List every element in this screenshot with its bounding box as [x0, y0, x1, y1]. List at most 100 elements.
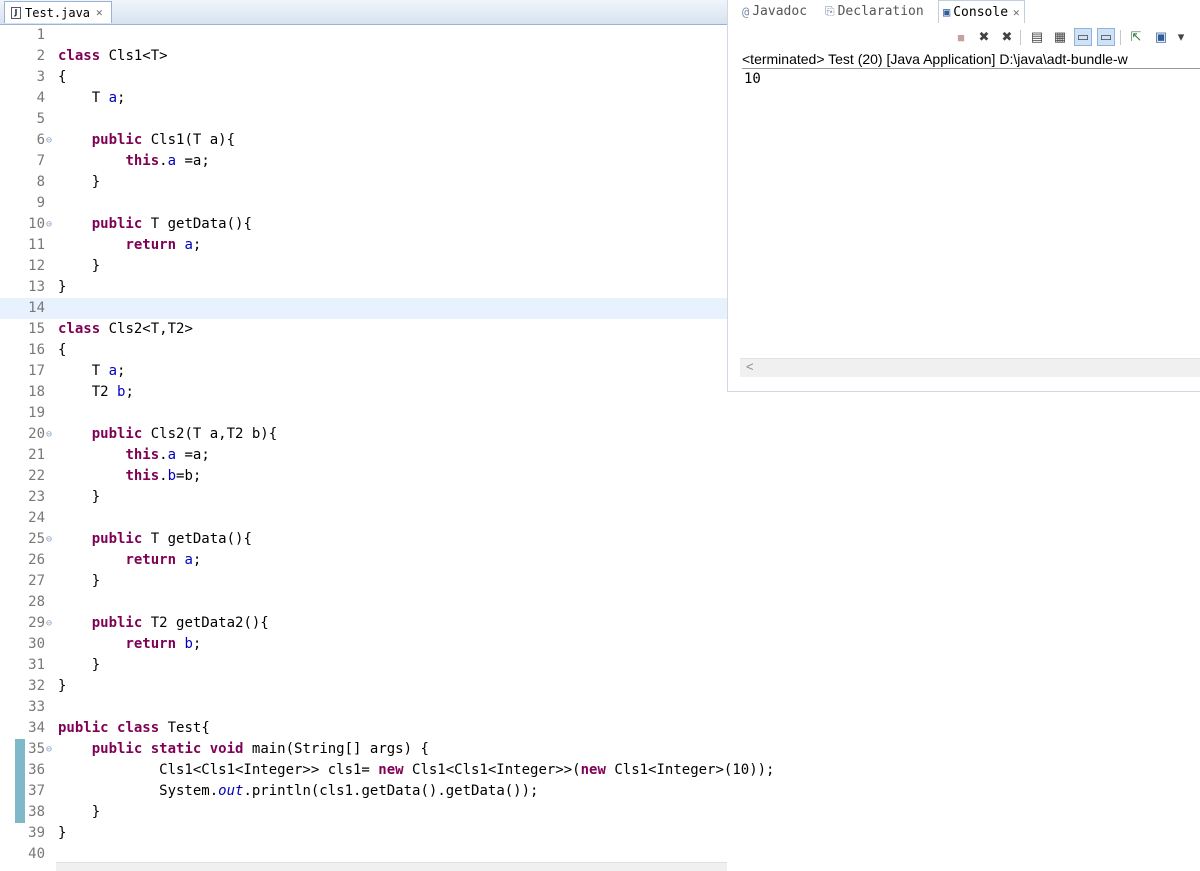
line-number: 27 [28, 573, 45, 589]
code-line[interactable]: 5 [0, 109, 727, 130]
line-number: 1 [36, 27, 45, 43]
line-number: 11 [28, 237, 45, 253]
code-line[interactable]: 30 return b; [0, 634, 727, 655]
code-line[interactable]: 28 [0, 592, 727, 613]
line-number: 21 [28, 447, 45, 463]
show-on-stderr-icon[interactable]: ▭ [1097, 28, 1115, 46]
line-number: 22 [28, 468, 45, 484]
line-number: 15 [28, 321, 45, 337]
pin-console-icon[interactable]: ⇱ [1127, 28, 1145, 46]
code-line[interactable]: 18 T2 b; [0, 382, 727, 403]
code-text: Cls1<Cls1<Integer>> cls1= new Cls1<Cls1<… [58, 762, 775, 778]
line-number: 34 [28, 720, 45, 736]
code-text: } [58, 657, 101, 673]
code-line[interactable]: 3{ [0, 67, 727, 88]
line-number: 16 [28, 342, 45, 358]
code-line[interactable]: 20 ⊖ public Cls2(T a,T2 b){ [0, 424, 727, 445]
editor-horizontal-scrollbar[interactable] [56, 862, 727, 871]
code-line[interactable]: 35 ⊖ public static void main(String[] arg… [0, 739, 727, 760]
code-text: } [58, 825, 67, 841]
code-line[interactable]: 23 } [0, 487, 727, 508]
close-icon[interactable]: ✕ [1013, 6, 1020, 19]
code-line[interactable]: 14 [0, 298, 727, 319]
code-line[interactable]: 39} [0, 823, 727, 844]
line-number: 28 [28, 594, 45, 610]
code-line[interactable]: 7 this.a =a; [0, 151, 727, 172]
editor-tab-test-java[interactable]: J Test.java ✕ [4, 1, 112, 23]
code-line[interactable]: 25 ⊖ public T getData(){ [0, 529, 727, 550]
display-console-icon[interactable]: ▣ [1152, 28, 1170, 46]
console-horizontal-scrollbar[interactable]: < [740, 358, 1200, 377]
dropdown-icon[interactable]: ▾ [1172, 28, 1190, 46]
scroll-lock-icon[interactable]: ▦ [1051, 28, 1069, 46]
line-number: 31 [28, 657, 45, 673]
code-line[interactable]: 21 this.a =a; [0, 445, 727, 466]
code-line[interactable]: 38 } [0, 802, 727, 823]
code-line[interactable]: 19 [0, 403, 727, 424]
code-line[interactable]: 34 public class Test{ [0, 718, 727, 739]
tab-javadoc[interactable]: @ Javadoc [742, 0, 807, 23]
line-number: 24 [28, 510, 45, 526]
fold-collapse-icon[interactable]: ⊖ [46, 214, 52, 235]
code-text: return a; [125, 552, 202, 568]
editor-text-area[interactable]: 1 2 class Cls1<T> 3{4 T a; 5 6 ⊖ public Cls1(T… [0, 25, 774, 871]
code-text: } [58, 678, 67, 694]
code-line[interactable]: 16 { [0, 340, 727, 361]
console-output[interactable]: 10 [744, 71, 761, 87]
fold-collapse-icon[interactable]: ⊖ [46, 739, 52, 760]
code-line[interactable]: 27 } [0, 571, 727, 592]
code-line[interactable]: 31 } [0, 655, 727, 676]
code-line[interactable]: 13} [0, 277, 727, 298]
terminate-icon[interactable]: ■ [952, 28, 970, 46]
remove-all-icon[interactable]: ✖ [998, 28, 1016, 46]
code-line[interactable]: 11 return a; [0, 235, 727, 256]
code-line[interactable]: 32} [0, 676, 727, 697]
code-text: public T getData(){ [91, 216, 252, 232]
code-line[interactable]: 6 ⊖ public Cls1(T a){ [0, 130, 727, 151]
code-text: } [58, 804, 101, 820]
close-icon[interactable]: ✕ [96, 6, 103, 19]
fold-collapse-icon[interactable]: ⊖ [46, 130, 52, 151]
line-number: 33 [28, 699, 45, 715]
show-on-stdout-icon[interactable]: ▭ [1074, 28, 1092, 46]
fold-collapse-icon[interactable]: ⊖ [46, 424, 52, 445]
code-line[interactable]: 12 } [0, 256, 727, 277]
line-number: 4 [36, 90, 45, 106]
clear-console-icon[interactable]: ▤ [1028, 28, 1046, 46]
code-text: T a; [58, 363, 126, 379]
code-line[interactable]: 2 class Cls1<T> [0, 46, 727, 67]
line-number: 3 [36, 69, 45, 85]
code-text: return a; [125, 237, 202, 253]
code-text: public class Test{ [58, 720, 210, 736]
code-line[interactable]: 4 T a; [0, 88, 727, 109]
code-line[interactable]: 33 [0, 697, 727, 718]
tab-declaration[interactable]: ⎘ Declaration [825, 0, 924, 23]
code-line[interactable]: 17 T a; [0, 361, 727, 382]
code-line[interactable]: 24 [0, 508, 727, 529]
code-line[interactable]: 29 ⊖ public T2 getData2(){ [0, 613, 727, 634]
remove-launch-icon[interactable]: ✖ [975, 28, 993, 46]
fold-collapse-icon[interactable]: ⊖ [46, 613, 52, 634]
code-line[interactable]: 9 [0, 193, 727, 214]
code-line[interactable]: 10 ⊖ public T getData(){ [0, 214, 727, 235]
code-text: } [58, 258, 101, 274]
code-line[interactable]: 26 return a; [0, 550, 727, 571]
code-line[interactable]: 15 class Cls2<T,T2> [0, 319, 727, 340]
code-editor[interactable]: J Test.java ✕ 1 2 class Cls1<T> 3{4 T a; 5 6 ⊖… [0, 0, 774, 871]
code-text: return b; [125, 636, 202, 652]
code-line[interactable]: 8 } [0, 172, 727, 193]
line-number: 12 [28, 258, 45, 274]
fold-collapse-icon[interactable]: ⊖ [46, 529, 52, 550]
code-text: } [58, 573, 101, 589]
line-number: 2 [36, 48, 45, 64]
line-number: 13 [28, 279, 45, 295]
code-text: T2 b; [58, 384, 134, 400]
code-line[interactable]: 36 Cls1<Cls1<Integer>> cls1= new Cls1<Cl… [0, 760, 774, 781]
line-number: 14 [28, 300, 45, 316]
code-line[interactable]: 22 this.b=b; [0, 466, 727, 487]
tab-console[interactable]: ▣ Console ✕ [938, 0, 1025, 23]
scroll-left-icon[interactable]: < [746, 359, 754, 374]
code-line[interactable]: 37 System.out.println(cls1.getData().get… [0, 781, 727, 802]
java-file-icon: J [11, 6, 21, 19]
code-line[interactable]: 1 [0, 25, 727, 46]
